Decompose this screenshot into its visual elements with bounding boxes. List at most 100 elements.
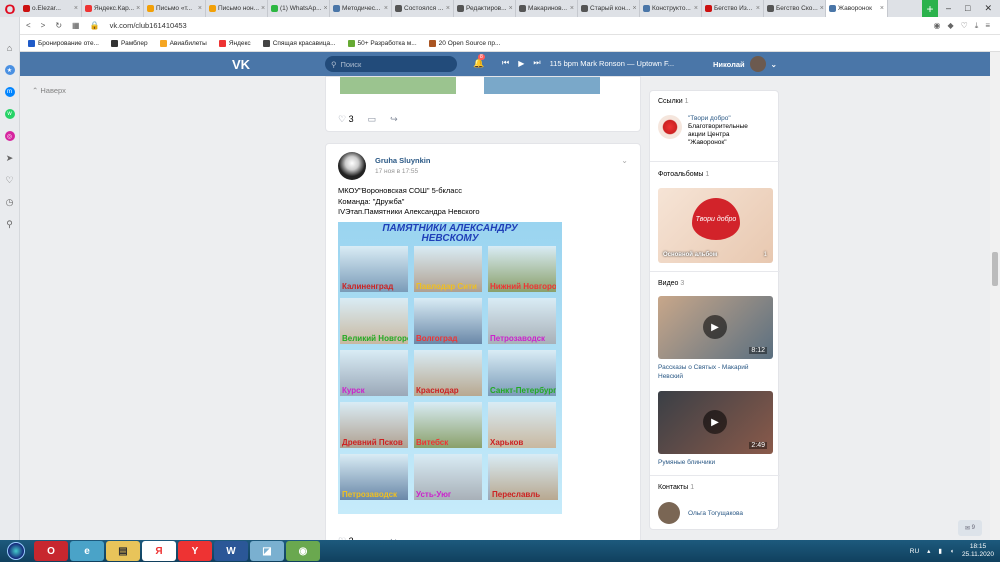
- new-tab-button[interactable]: +: [922, 0, 938, 17]
- close-tab-icon[interactable]: ×: [446, 5, 450, 12]
- clock[interactable]: 18:15 25.11.2020: [962, 543, 994, 559]
- history-icon[interactable]: ◷: [5, 197, 15, 207]
- heart-icon[interactable]: ♡: [961, 21, 968, 31]
- maximize-icon[interactable]: □: [965, 3, 970, 14]
- link-title[interactable]: "Твори добро": [688, 115, 766, 123]
- notifications-bell-icon[interactable]: 🔔 8: [473, 54, 485, 69]
- close-tab-icon[interactable]: ×: [820, 5, 824, 12]
- post-image-fragment[interactable]: [340, 77, 456, 94]
- post-date[interactable]: 17 ноя в 17:55: [375, 168, 418, 175]
- menu-icon[interactable]: ≡: [985, 21, 990, 31]
- author-avatar[interactable]: [338, 152, 366, 180]
- browser-tab[interactable]: (1) WhatsAp... ×: [268, 0, 330, 17]
- forward-arrow-icon[interactable]: >: [41, 21, 46, 30]
- vk-sidebar-icon[interactable]: ★: [4, 65, 15, 75]
- back-arrow-icon[interactable]: <: [26, 21, 31, 30]
- links-heading[interactable]: Ссылки 1: [658, 98, 689, 105]
- video-title[interactable]: Рассказы о Святых - Макарий Невский: [658, 364, 773, 381]
- albums-heading[interactable]: Фотоальбомы 1: [658, 171, 709, 178]
- shield-icon[interactable]: ◆: [947, 21, 953, 31]
- close-tab-icon[interactable]: ×: [509, 5, 513, 12]
- taskbar-word-icon[interactable]: W: [214, 541, 248, 561]
- contact-item[interactable]: Ольга Тогущакова: [658, 502, 743, 524]
- bookmark-item[interactable]: Яндекс: [218, 39, 251, 47]
- like-button[interactable]: ♡ 3: [338, 114, 354, 125]
- taskbar-media-icon[interactable]: ◉: [286, 541, 320, 561]
- back-to-top-link[interactable]: ⌃ Наверх: [32, 86, 66, 95]
- close-tab-icon[interactable]: ×: [384, 5, 388, 12]
- heart-sidebar-icon[interactable]: ♡: [5, 175, 15, 185]
- previous-track-icon[interactable]: ⏮: [502, 58, 509, 68]
- taskbar-opera-icon[interactable]: O: [34, 541, 68, 561]
- play-icon[interactable]: ▶: [703, 410, 727, 434]
- volume-icon[interactable]: ◖: [950, 548, 954, 555]
- close-tab-icon[interactable]: ×: [880, 5, 884, 12]
- close-tab-icon[interactable]: ×: [136, 5, 140, 12]
- start-button[interactable]: [0, 540, 32, 562]
- browser-tab[interactable]: Старый кон... ×: [578, 0, 640, 17]
- browser-tab[interactable]: o.Elezar... ×: [20, 0, 82, 17]
- post-image-fragment[interactable]: [484, 77, 600, 94]
- bookmark-item[interactable]: 50+ Разработка м...: [347, 39, 417, 47]
- whatsapp-icon[interactable]: w: [4, 109, 15, 119]
- close-tab-icon[interactable]: ×: [74, 5, 78, 12]
- share-icon[interactable]: ↪: [390, 114, 398, 125]
- close-tab-icon[interactable]: ×: [324, 5, 328, 12]
- page-scrollbar[interactable]: [990, 52, 1000, 540]
- photo-album[interactable]: Твори добро Основной альбом 1: [658, 188, 773, 263]
- next-track-icon[interactable]: ⏭: [533, 58, 540, 68]
- scrollbar-thumb[interactable]: [992, 252, 998, 286]
- browser-tab[interactable]: Состоялся ... ×: [392, 0, 454, 17]
- taskbar-yandex-icon[interactable]: Я: [142, 541, 176, 561]
- language-indicator[interactable]: RU: [910, 548, 919, 555]
- video-thumbnail[interactable]: ▶ 2:49: [658, 391, 773, 454]
- contacts-heading[interactable]: Контакты 1: [658, 484, 694, 491]
- browser-tab[interactable]: Бегство Из... ×: [702, 0, 764, 17]
- minimize-icon[interactable]: –: [946, 3, 951, 14]
- home-icon[interactable]: ⌂: [5, 43, 15, 53]
- close-tab-icon[interactable]: ×: [570, 5, 574, 12]
- browser-tab[interactable]: Редактиров... ×: [454, 0, 516, 17]
- taskbar-browser-icon[interactable]: e: [70, 541, 104, 561]
- grid-icon[interactable]: ▦: [72, 21, 80, 30]
- close-tab-icon[interactable]: ×: [756, 5, 760, 12]
- location-icon[interactable]: ⚲: [5, 219, 15, 229]
- bookmark-item[interactable]: Авиабилеты: [159, 39, 207, 47]
- instagram-icon[interactable]: ◎: [4, 131, 15, 141]
- browser-tab[interactable]: Бегство Ско... ×: [764, 0, 826, 17]
- close-tab-icon[interactable]: ×: [198, 5, 202, 12]
- track-title[interactable]: 115 bpm Mark Ronson — Uptown F...: [550, 59, 675, 68]
- taskbar-app-icon[interactable]: ◪: [250, 541, 284, 561]
- browser-tab[interactable]: Письмо «т... ×: [144, 0, 206, 17]
- bookmark-item[interactable]: Рамблер: [111, 39, 148, 47]
- close-tab-icon[interactable]: ×: [261, 5, 265, 12]
- tray-arrow-icon[interactable]: ▴: [927, 547, 930, 555]
- browser-tab[interactable]: Жаворонок ×: [826, 0, 888, 17]
- taskbar-folder-icon[interactable]: ▤: [106, 541, 140, 561]
- camera-icon[interactable]: ◉: [933, 21, 940, 31]
- video-thumbnail[interactable]: ▶ 8:12: [658, 296, 773, 359]
- browser-tab[interactable]: Макаринов... ×: [516, 0, 578, 17]
- url-field[interactable]: vk.com/club161410453: [110, 21, 187, 30]
- vk-logo[interactable]: VK: [232, 57, 250, 72]
- opera-menu-icon[interactable]: O: [0, 0, 20, 17]
- close-tab-icon[interactable]: ×: [632, 5, 636, 12]
- close-window-icon[interactable]: ✕: [984, 3, 992, 14]
- taskbar-yandex-browser-icon[interactable]: Y: [178, 541, 212, 561]
- messages-button[interactable]: ✉ 9: [958, 520, 982, 536]
- bookmark-item[interactable]: 20 Open Source пр...: [428, 39, 500, 47]
- comment-icon[interactable]: ▭: [368, 114, 377, 125]
- close-tab-icon[interactable]: ×: [694, 5, 698, 12]
- browser-tab[interactable]: Яндекс.Кар... ×: [82, 0, 144, 17]
- bookmark-item[interactable]: Бронирование оте...: [28, 39, 99, 47]
- messenger-icon[interactable]: m: [4, 87, 15, 97]
- browser-tab[interactable]: Письмо нон... ×: [206, 0, 268, 17]
- download-icon[interactable]: ⤓: [975, 21, 979, 31]
- send-icon[interactable]: ➤: [5, 153, 15, 163]
- community-link[interactable]: "Твори добро" Благотворительные акции Це…: [658, 115, 766, 147]
- bookmark-item[interactable]: Спящая красавица...: [262, 39, 336, 47]
- post-author[interactable]: Gruha Sluynkin: [375, 156, 430, 165]
- user-menu[interactable]: Николай ⌄: [713, 56, 777, 72]
- network-icon[interactable]: ▮: [938, 547, 942, 555]
- play-icon[interactable]: ▶: [703, 315, 727, 339]
